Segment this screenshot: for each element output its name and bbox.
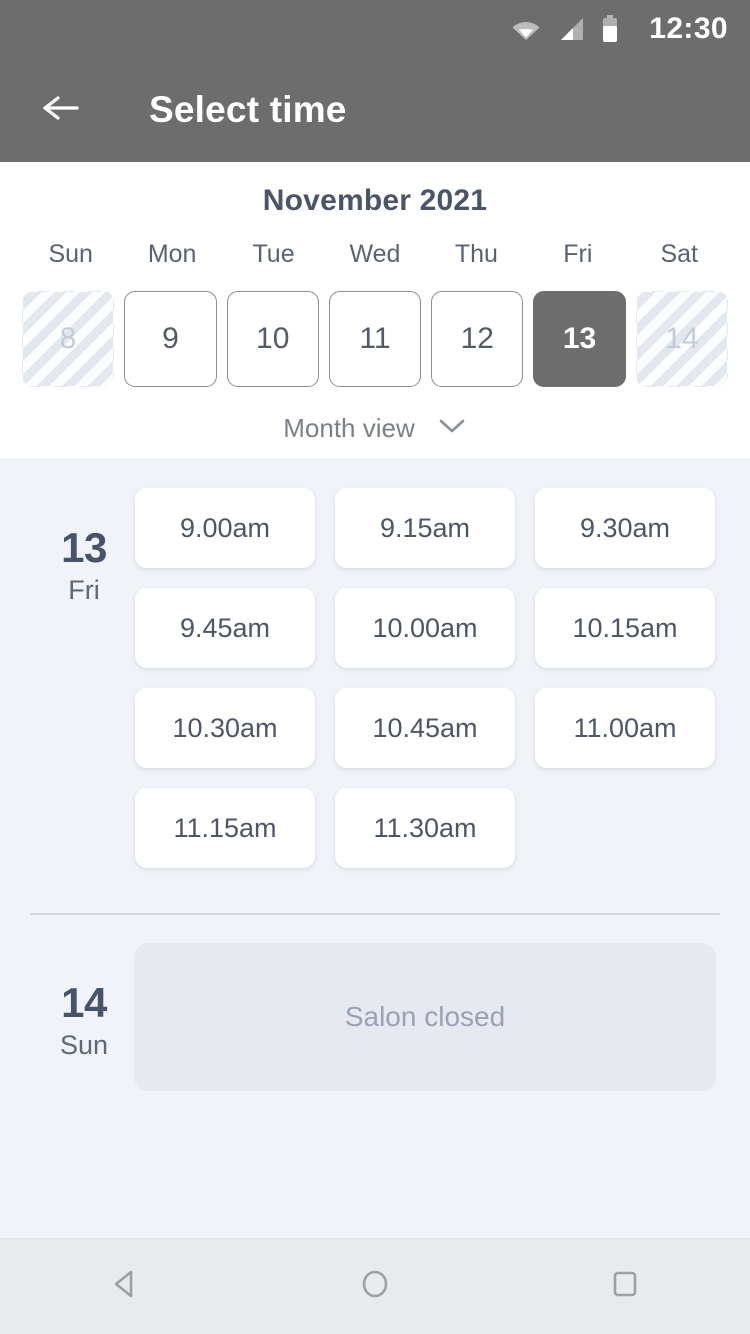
time-slot[interactable]: 11.00am <box>535 688 715 768</box>
time-slot[interactable]: 11.15am <box>135 788 315 868</box>
month-view-label: Month view <box>283 413 415 443</box>
day-number: 14 <box>61 979 107 1026</box>
weekday-label-sat: Sat <box>660 240 698 268</box>
weekday-label-wed: Wed <box>349 240 401 268</box>
time-slot[interactable]: 10.45am <box>335 688 515 768</box>
day-block-14: 14 Sun Salon closed <box>0 915 750 1091</box>
day-label-14: 14 Sun <box>34 943 134 1091</box>
nav-back-button[interactable] <box>70 1239 180 1334</box>
nav-home-circle-icon <box>357 1266 393 1307</box>
date-cell-10[interactable]: 10 <box>226 291 319 387</box>
nav-recents-button[interactable] <box>570 1239 680 1334</box>
phone-screen: 12:30 Select time November 2021 Sun Mon … <box>0 0 750 1334</box>
day-number: 13 <box>61 524 107 571</box>
arrow-left-icon <box>41 93 81 128</box>
chevron-down-icon <box>437 417 467 440</box>
time-slot[interactable]: 11.30am <box>335 788 515 868</box>
status-bar: 12:30 <box>0 0 750 58</box>
day-weekday: Fri <box>68 575 100 606</box>
status-bar-icons: 12:30 <box>511 14 728 44</box>
app-bar: Select time <box>0 58 750 162</box>
date-cell-9[interactable]: 9 <box>124 291 217 387</box>
date-cell-14: 14 <box>635 291 728 387</box>
weekday-label-sun: Sun <box>48 240 93 268</box>
wifi-icon <box>511 17 541 41</box>
nav-recents-square-icon <box>607 1266 643 1307</box>
android-nav-bar <box>0 1238 750 1334</box>
calendar-panel: November 2021 Sun Mon Tue Wed Thu Fri Sa… <box>0 162 750 458</box>
signal-icon <box>557 16 585 42</box>
nav-back-triangle-icon <box>107 1266 143 1307</box>
weekday-label-mon: Mon <box>147 240 197 268</box>
month-view-toggle[interactable]: Month view <box>0 387 750 444</box>
time-slot[interactable]: 10.00am <box>335 588 515 668</box>
back-button[interactable] <box>33 82 89 138</box>
weekday-label-thu: Thu <box>454 240 498 268</box>
calendar-date-row: 8 9 10 11 12 13 14 <box>0 291 750 387</box>
time-slot[interactable]: 9.15am <box>335 488 515 568</box>
schedule-list: 13 Fri 9.00am 9.15am 9.30am 9.45am 10.00… <box>0 458 750 1238</box>
time-slot-grid: 9.00am 9.15am 9.30am 9.45am 10.00am 10.1… <box>134 488 716 868</box>
day-weekday: Sun <box>59 1030 109 1061</box>
day-block-13: 13 Fri 9.00am 9.15am 9.30am 9.45am 10.00… <box>0 458 750 868</box>
status-bar-clock: 12:30 <box>649 12 728 45</box>
weekday-label-fri: Fri <box>563 240 593 268</box>
time-slot[interactable]: 9.45am <box>135 588 315 668</box>
time-slot[interactable]: 9.30am <box>535 488 715 568</box>
nav-home-button[interactable] <box>320 1239 430 1334</box>
time-slot[interactable]: 10.30am <box>135 688 315 768</box>
page-title: Select time <box>149 89 347 130</box>
date-cell-13[interactable]: 13 <box>533 291 626 387</box>
date-cell-8: 8 <box>22 291 115 387</box>
date-cell-11[interactable]: 11 <box>328 291 422 387</box>
time-slot[interactable]: 9.00am <box>135 488 315 568</box>
time-slot[interactable]: 10.15am <box>535 588 715 668</box>
calendar-month-title: November 2021 <box>262 184 488 217</box>
battery-icon <box>601 15 619 43</box>
date-cell-12[interactable]: 12 <box>431 291 524 387</box>
day-label-13: 13 Fri <box>34 488 134 868</box>
weekday-label-tue: Tue <box>252 240 295 268</box>
calendar-weekday-row: Sun Mon Tue Wed Thu Fri Sat <box>0 240 750 291</box>
salon-closed-card: Salon closed <box>134 943 716 1091</box>
